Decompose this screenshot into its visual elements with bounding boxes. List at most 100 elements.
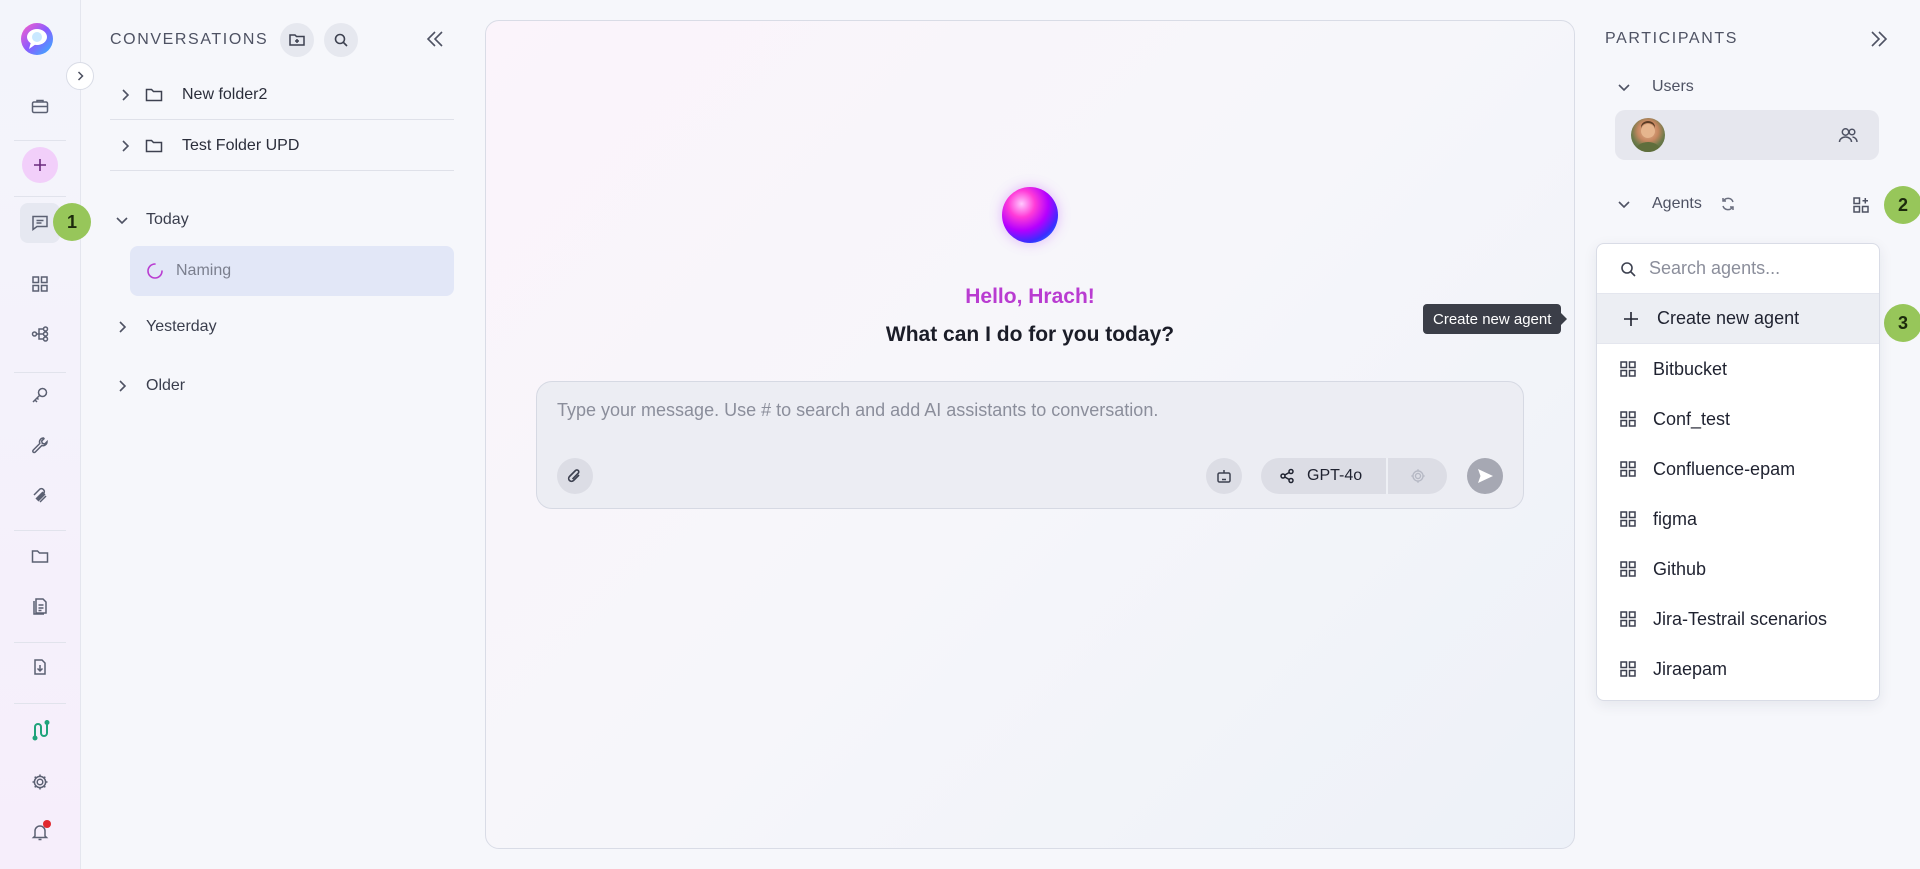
group-label: Yesterday [146,318,217,335]
model-settings-button[interactable] [1388,467,1447,485]
workflow-icon [31,326,49,342]
key-icon [32,387,48,403]
loading-spinner-icon [147,263,163,279]
conversation-item[interactable]: Naming [130,246,454,296]
rail-new-button[interactable] [22,147,58,183]
paperclip-icon [567,469,580,483]
download-document-icon [34,659,46,675]
chevron-right-icon [114,319,136,335]
agent-option[interactable]: figma [1597,494,1879,544]
rail-export-button[interactable] [20,647,60,687]
agents-search [1597,244,1879,294]
grid-icon [1620,561,1636,577]
chevron-right-icon [114,378,136,394]
rail-briefcase-button[interactable] [20,86,60,126]
folder-label: Test Folder UPD [182,136,300,154]
users-group-icon[interactable] [1837,124,1859,146]
group-older[interactable]: Older [114,371,185,401]
rail-apps-button[interactable] [20,264,60,304]
participants-title: PARTICIPANTS [1605,30,1738,47]
grid-icon [1620,411,1636,427]
group-today[interactable]: Today [114,205,189,235]
rail-divider [14,372,66,373]
robot-icon [1217,470,1231,483]
user-card[interactable] [1615,110,1879,160]
folder-icon [31,550,49,563]
agent-label: Jiraepam [1653,658,1728,679]
gear-icon [1410,469,1425,483]
conversations-title: CONVERSATIONS [110,31,269,48]
grid-icon [32,276,48,292]
send-button[interactable] [1467,458,1503,494]
app-logo-icon[interactable] [20,22,54,56]
folder-label: New folder2 [182,85,268,103]
chevron-right-icon [110,88,140,102]
users-section-toggle[interactable]: Users [1616,78,1694,96]
grid-icon [1620,361,1636,377]
create-agent-option[interactable]: Create new agent [1597,294,1879,344]
search-conversations-button[interactable] [324,23,359,57]
chevron-down-icon [1616,79,1638,95]
agent-label: Confluence-epam [1653,458,1796,479]
paperclip-stack-icon [33,487,47,503]
search-icon [1621,261,1636,277]
rail-integrations-button[interactable] [20,474,60,514]
rail-notifications-button[interactable] [20,812,60,852]
rail-settings-button[interactable] [20,762,60,802]
model-selector: GPT-4o [1261,458,1447,494]
create-agent-tooltip: Create new agent [1423,304,1568,334]
rail-workflows-button[interactable] [20,314,60,354]
rail-files-button[interactable] [20,536,60,576]
create-agent-label: Create new agent [1657,308,1800,328]
agent-option[interactable]: Jira-Testrail scenarios [1597,594,1879,644]
chevron-right-icon [110,139,140,153]
avatar [1631,118,1665,152]
rail-keys-button[interactable] [20,375,60,415]
collapse-participants-button[interactable] [1868,28,1890,50]
chevrons-right-icon [1871,31,1888,47]
agent-option[interactable]: Conf_test [1597,394,1879,444]
plus-icon [34,159,46,171]
folder-icon [144,136,174,156]
agents-label: Agents [1652,195,1702,212]
collapse-conversations-button[interactable] [424,28,446,50]
model-select-button[interactable]: GPT-4o [1261,458,1386,494]
agent-label: figma [1653,508,1698,529]
share-nodes-icon [1280,468,1294,484]
greeting-text: Hello, Hrach! [965,285,1095,308]
rail-divider [14,642,66,643]
chevron-down-icon [1616,196,1638,212]
step-badge-1: 1 [53,203,91,241]
grid-icon [1620,461,1636,477]
documents-icon [33,598,47,615]
agents-section-toggle[interactable]: Agents [1616,195,1736,213]
plus-icon [1624,311,1638,326]
step-badge-3: 3 [1884,304,1920,342]
briefcase-icon [31,99,49,114]
rail-documents-button[interactable] [20,586,60,626]
rail-tools-button[interactable] [20,425,60,465]
add-assistant-button[interactable] [1206,458,1242,494]
group-yesterday[interactable]: Yesterday [114,312,217,342]
message-input[interactable] [557,400,1497,421]
expand-sidebar-button[interactable] [66,62,94,90]
agent-option[interactable]: Confluence-epam [1597,444,1879,494]
refresh-icon[interactable] [1720,196,1736,212]
agent-option[interactable]: Jiraepam [1597,644,1879,694]
conversations-panel: CONVERSATIONS New folder2 Test Folder UP… [82,0,470,869]
agents-dropdown: Create new agent Bitbucket Conf_test Con… [1596,243,1880,701]
rail-integration-brand-button[interactable] [20,710,60,750]
folder-row[interactable]: Test Folder UPD [110,121,454,171]
search-agents-input[interactable] [1649,258,1869,279]
agent-option[interactable]: Bitbucket [1597,344,1879,394]
assistant-orb-icon [1002,187,1058,243]
folder-row[interactable]: New folder2 [110,70,454,120]
add-agent-button[interactable] [1852,196,1870,214]
agent-label: Conf_test [1653,408,1731,429]
step-badge-2: 2 [1884,186,1920,224]
agent-option[interactable]: Github [1597,544,1879,594]
attach-button[interactable] [557,458,593,494]
chat-icon [32,215,48,231]
chevron-right-icon [77,71,84,81]
new-folder-button[interactable] [280,23,315,57]
